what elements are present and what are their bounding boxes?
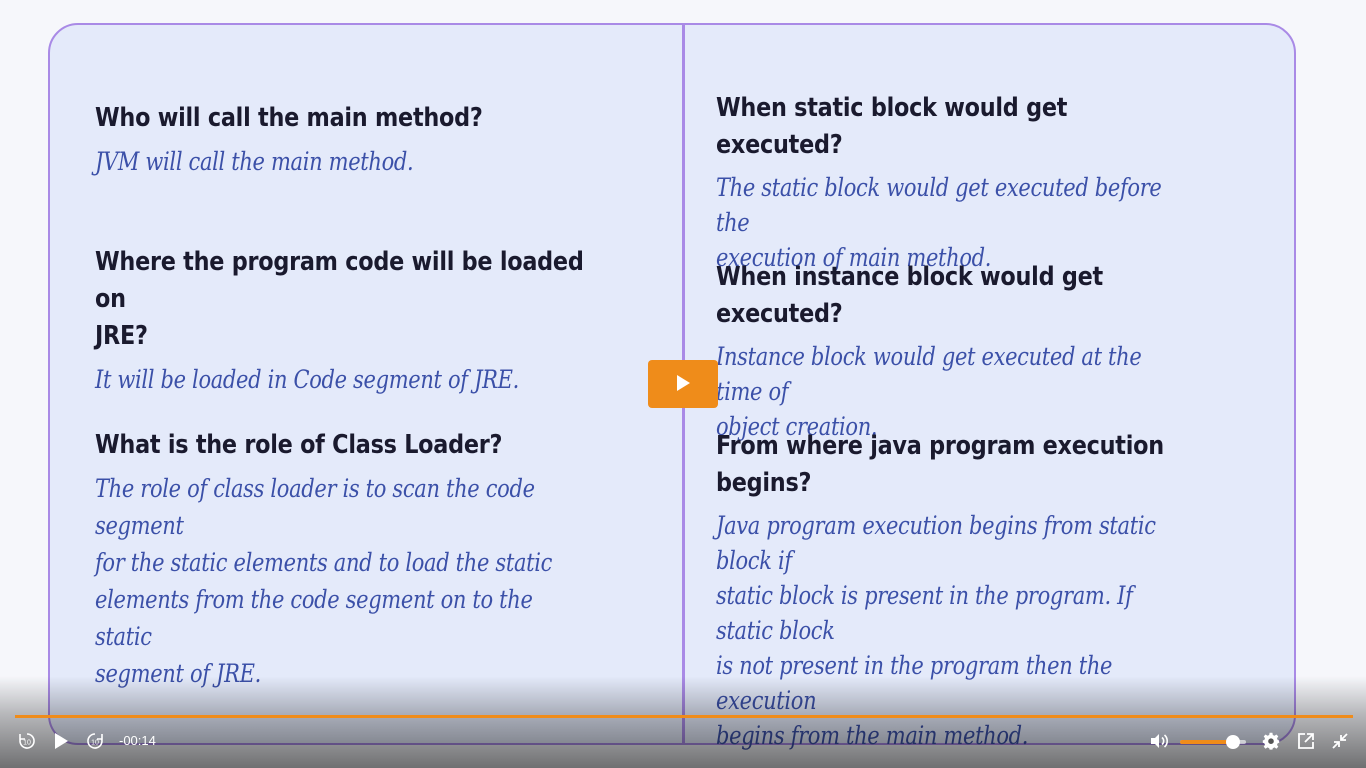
question-text: What is the role of Class Loader? (95, 430, 503, 460)
qa-block: Where the program code will be loaded on… (95, 244, 675, 398)
qa-block: What is the role of Class Loader? The ro… (95, 427, 675, 692)
forward-10-icon: 10 (85, 731, 105, 754)
external-link-icon (1297, 732, 1315, 753)
volume-handle[interactable] (1225, 735, 1240, 749)
volume-button[interactable] (1147, 730, 1171, 754)
volume-icon (1149, 732, 1169, 753)
play-button[interactable] (49, 730, 73, 754)
question-text: When instance block would get executed? (716, 262, 1103, 329)
forward-10-button[interactable]: 10 (83, 730, 107, 754)
gear-icon (1262, 732, 1280, 753)
qa-block: When static block would get executed? Th… (716, 90, 1276, 275)
rewind-10-icon: 10 (17, 731, 37, 754)
play-icon (52, 731, 70, 754)
rewind-10-button[interactable]: 10 (15, 730, 39, 754)
answer-text: The role of class loader is to scan the … (95, 474, 553, 688)
big-play-button[interactable] (648, 360, 718, 408)
qa-block: Who will call the main method? JVM will … (95, 100, 675, 180)
progress-bar[interactable] (15, 715, 1353, 718)
question-text: Who will call the main method? (95, 103, 483, 133)
play-icon (675, 374, 691, 395)
question-text: Where the program code will be loaded on… (95, 247, 584, 351)
controls-bar (0, 676, 1366, 768)
exit-fullscreen-icon (1331, 732, 1349, 753)
video-player[interactable]: Who will call the main method? JVM will … (0, 0, 1366, 768)
settings-button[interactable] (1259, 730, 1283, 754)
answer-text: JVM will call the main method. (95, 147, 414, 176)
question-text: From where java program execution begins… (716, 431, 1164, 498)
question-text: When static block would get executed? (716, 93, 1068, 160)
exit-fullscreen-button[interactable] (1328, 730, 1352, 754)
volume-level (1180, 740, 1233, 744)
answer-text: It will be loaded in Code segment of JRE… (95, 365, 519, 394)
volume-slider[interactable] (1180, 735, 1246, 749)
svg-text:10: 10 (91, 739, 99, 746)
svg-text:10: 10 (23, 739, 31, 746)
time-remaining: -00:14 (119, 733, 156, 748)
qa-block: When instance block would get executed? … (716, 259, 1276, 444)
popout-button[interactable] (1294, 730, 1318, 754)
